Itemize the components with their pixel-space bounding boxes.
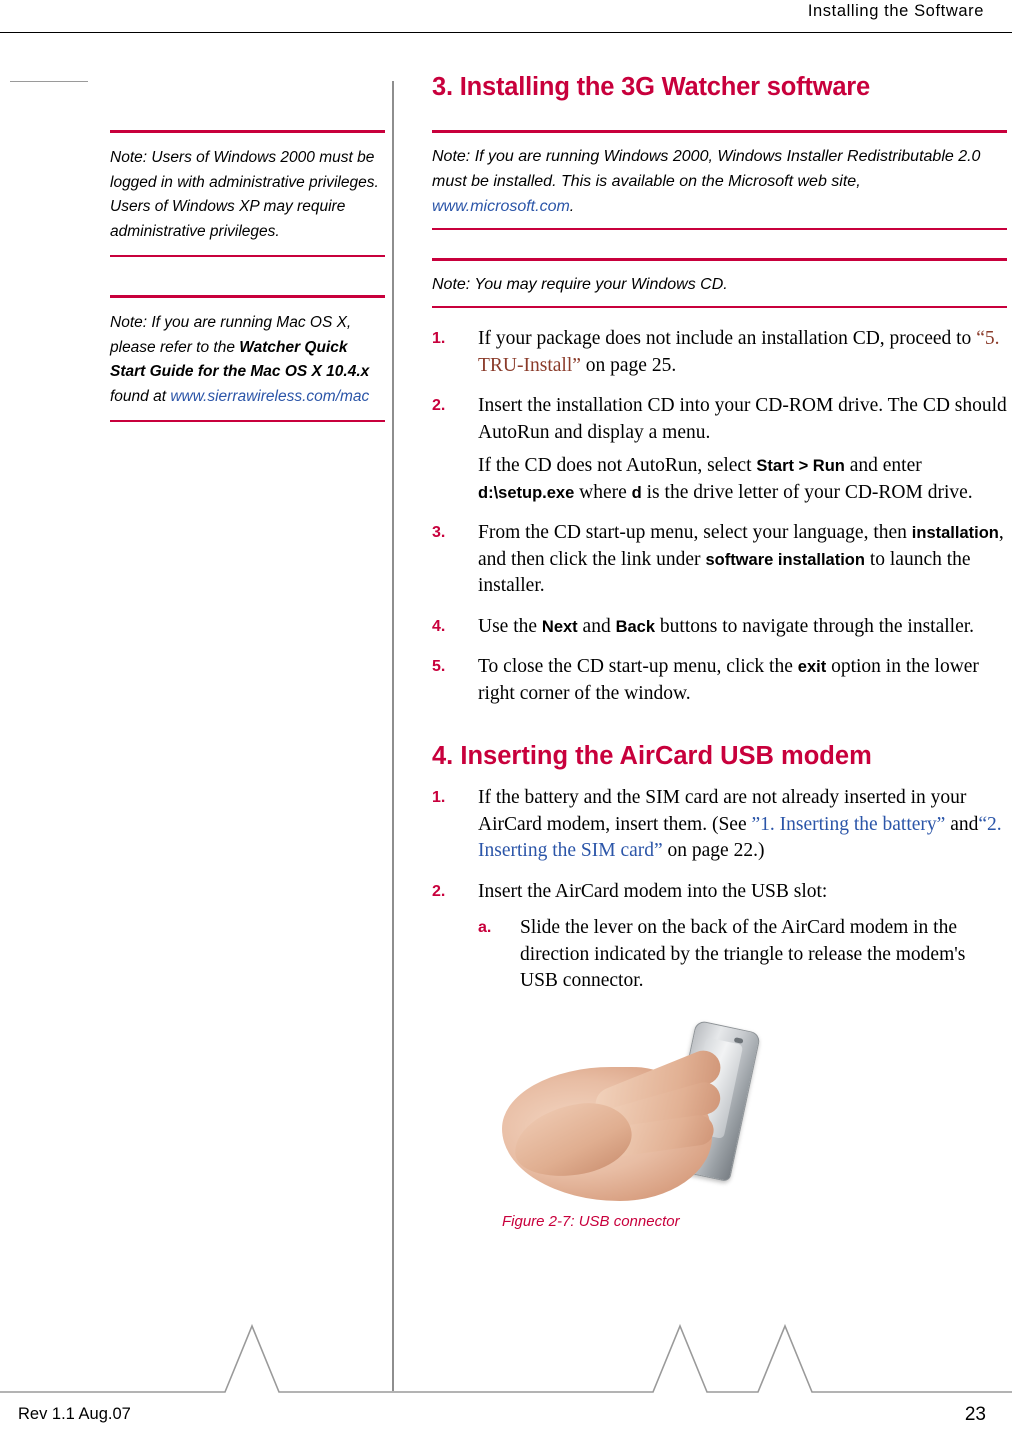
header-divider (0, 32, 1012, 33)
ui-label-installation: installation (911, 524, 999, 542)
step-item: 2. Insert the installation CD into your … (432, 393, 1007, 506)
ui-label-exit: exit (797, 658, 827, 676)
step-number: 3. (432, 524, 446, 541)
install-steps-list: 1. If your package does not include an i… (432, 326, 1007, 707)
step-text-part: buttons to navigate through the installe… (655, 615, 975, 637)
footer-page-number: 23 (964, 1404, 986, 1425)
sidebar-note-1-text: Note: Users of Windows 2000 must be logg… (110, 146, 385, 244)
step-text-part: If the CD does not AutoRun, select (478, 455, 757, 476)
sierra-wireless-mac-link[interactable]: www.sierrawireless.com/mac (170, 388, 369, 405)
ui-label-software-installation: software installation (705, 550, 865, 569)
note-label: Note: (432, 276, 471, 293)
step-text-part: on page 25. (580, 354, 677, 376)
step-number: 5. (432, 658, 446, 675)
substep-item: a. Slide the lever on the back of the Ai… (478, 915, 1007, 995)
note-body: Users of Windows 2000 must be logged in … (110, 149, 379, 240)
note-rule-bottom (110, 420, 385, 422)
section-heading-3: 3. Installing the 3G Watcher software (432, 72, 1007, 102)
note-rule-bottom (110, 255, 385, 257)
main-note-1-text: Note: If you are running Windows 2000, W… (432, 133, 1007, 228)
ui-label-drive-letter: d (631, 483, 642, 502)
step-text: Insert the installation CD into your CD-… (478, 395, 1007, 443)
main-note-2: Note: You may require your Windows CD. (432, 258, 1007, 308)
note-label: Note: (110, 314, 148, 331)
step-text: If your package does not include an inst… (478, 328, 999, 376)
ui-label-start-run: Start > Run (756, 457, 845, 475)
note-rule-top (110, 295, 385, 298)
step-item: 5. To close the CD start-up menu, click … (432, 654, 1007, 707)
step-text-part: on page 22.) (662, 840, 765, 861)
figure-caption: Figure 2-7: USB connector (502, 1212, 680, 1230)
modem-indicator (733, 1036, 744, 1044)
footer-revision: Rev 1.1 Aug.07 (18, 1405, 131, 1423)
step-subparagraph: If the CD does not AutoRun, select Start… (478, 453, 1007, 506)
step-text: To close the CD start-up menu, click the… (478, 656, 979, 704)
column-divider (392, 81, 394, 1391)
sidebar-note-1: Note: Users of Windows 2000 must be logg… (110, 130, 385, 257)
main-column: 3. Installing the 3G Watcher software No… (432, 72, 1007, 1230)
step-text: Use the Next and Back buttons to navigat… (478, 616, 974, 637)
step-text-part: and enter (844, 455, 922, 476)
step-number: 4. (432, 617, 446, 635)
note-label: Note: (432, 148, 471, 165)
step-text-part: To close the CD start-up menu, click the (478, 656, 798, 677)
ui-label-setup-exe: d:\setup.exe (478, 483, 575, 502)
step-text-part: and (945, 813, 979, 835)
main-note-2-text: Note: You may require your Windows CD. (432, 261, 1007, 306)
microsoft-link[interactable]: www.microsoft.com (432, 198, 570, 215)
step-item: 3. From the CD start-up menu, select you… (432, 520, 1007, 600)
step-text-part: From the CD start-up menu, select your l… (478, 522, 912, 543)
step-text-part: If your package does not include an inst… (478, 328, 977, 349)
note-rule-bottom (432, 306, 1007, 308)
margin-tick (10, 81, 88, 82)
note-body-mid: found at (110, 387, 171, 405)
note-rule-bottom (432, 228, 1007, 230)
note-body-pre: If you are running Windows 2000, Windows… (432, 148, 981, 190)
ui-label-next: Next (541, 617, 578, 636)
note-rule-top (110, 130, 385, 133)
section-number: 4. (432, 742, 454, 770)
main-note-1: Note: If you are running Windows 2000, W… (432, 130, 1007, 230)
sidebar-note-2-text: Note: If you are running Mac OS X, pleas… (110, 311, 385, 409)
step-number: 1. (432, 789, 446, 806)
step-text-part: Use the (478, 615, 542, 637)
sidebar-note-2: Note: If you are running Mac OS X, pleas… (110, 295, 385, 422)
figure-usb-connector: Figure 2-7: USB connector (502, 1008, 802, 1230)
note-label: Note: (110, 149, 148, 166)
step-number: 2. (432, 882, 446, 900)
cross-reference-battery-link[interactable]: ”1. Inserting the battery” (751, 814, 945, 835)
step-text: From the CD start-up menu, select your l… (478, 522, 1004, 596)
footer-wave-decoration (0, 1323, 1012, 1393)
document-page: Installing the Software Note: Users of W… (0, 0, 1012, 1446)
substep-number: a. (478, 919, 492, 936)
ui-label-back: Back (615, 617, 656, 636)
section-number: 3. (432, 73, 453, 101)
step-number: 2. (432, 397, 446, 414)
step-item: 2. Insert the AirCard modem into the USB… (432, 879, 1007, 995)
step-text-part: is the drive letter of your CD-ROM drive… (641, 481, 973, 503)
insert-steps-list: 1. If the battery and the SIM card are n… (432, 785, 1007, 995)
step-item: 1. If the battery and the SIM card are n… (432, 785, 1007, 865)
photo-hand-holding-modem (502, 1008, 802, 1201)
step-number: 1. (432, 330, 446, 347)
step-text: If the battery and the SIM card are not … (478, 787, 1002, 861)
step-text-part: and (577, 615, 616, 637)
section-title: Inserting the AirCard USB modem (460, 742, 872, 770)
substep-list: a. Slide the lever on the back of the Ai… (478, 915, 1007, 995)
step-item: 1. If your package does not include an i… (432, 326, 1007, 379)
step-text-part: where (574, 481, 632, 503)
section-heading-4: 4. Inserting the AirCard USB modem (432, 741, 1007, 771)
substep-text: Slide the lever on the back of the AirCa… (520, 917, 966, 991)
running-header: Installing the Software (807, 2, 984, 20)
step-item: 4. Use the Next and Back buttons to navi… (432, 614, 1007, 641)
note-body-post: . (569, 198, 575, 215)
section-title: Installing the 3G Watcher software (459, 73, 871, 101)
step-text: Insert the AirCard modem into the USB sl… (478, 880, 828, 902)
note-body: You may require your Windows CD. (470, 276, 728, 293)
sidebar-notes: Note: Users of Windows 2000 must be logg… (110, 130, 385, 460)
